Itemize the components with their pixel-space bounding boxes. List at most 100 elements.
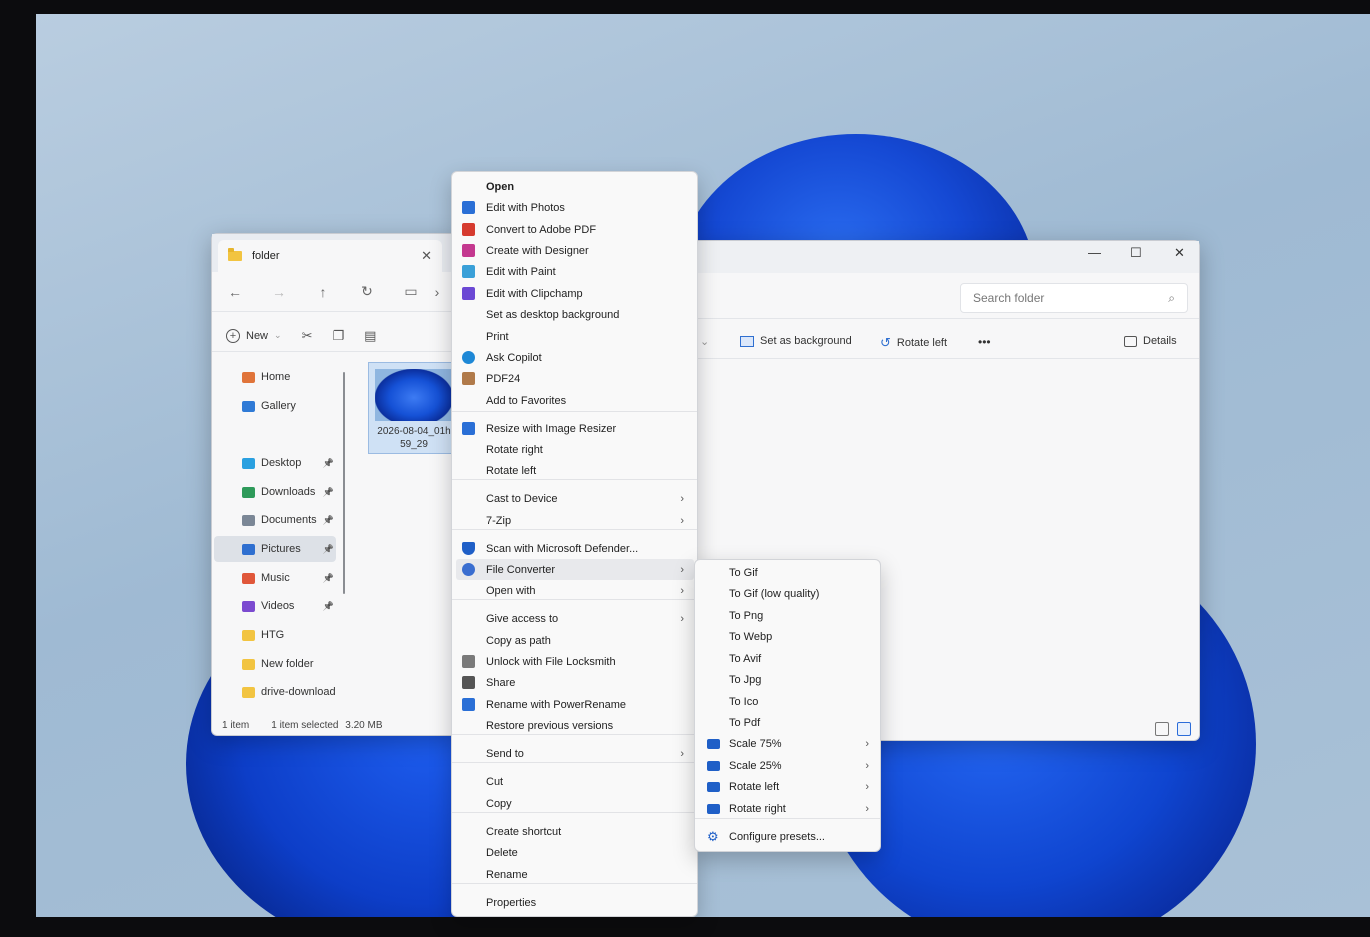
search-input[interactable]: Search folder ⌕ [960,283,1188,313]
file-item-selected[interactable]: 2026-08-04_01h 59_29 [368,362,458,454]
more-options-button[interactable]: ••• [978,335,991,349]
sidebar-item-videos[interactable]: Videos 📌 [214,593,336,619]
menu-item-copy[interactable]: Copy [456,793,694,814]
sidebar-item-pictures[interactable]: Pictures 📌 [214,536,336,562]
submenu-item-to-jpg[interactable]: To Jpg [699,669,879,690]
menu-item-restore-previous-versions[interactable]: Restore previous versions [456,715,694,736]
submenu-item-to-gif-low-quality[interactable]: To Gif (low quality) [699,583,879,604]
pin-icon[interactable]: 📌 [323,544,334,555]
submenu-item-to-png[interactable]: To Png [699,605,879,626]
minimize-button[interactable]: — [1088,245,1101,260]
arrow-right-icon[interactable]: → [270,284,288,300]
menu-item-rename-with-powerrename[interactable]: Rename with PowerRename [456,694,694,715]
menu-item-file-converter[interactable]: File Converter › [456,559,694,580]
monitor-icon[interactable]: ▭ [402,283,420,300]
menu-item-convert-to-adobe-pdf[interactable]: Convert to Adobe PDF [456,219,694,240]
menu-item-edit-with-photos[interactable]: Edit with Photos [456,197,694,218]
menu-item-properties[interactable]: Properties [456,892,694,913]
sidebar-item-new-folder[interactable]: New folder [214,651,336,677]
breadcrumb-chevron[interactable]: › [428,284,446,300]
sidebar-item-desktop[interactable]: Desktop 📌 [214,450,336,476]
sidebar-scrollbar[interactable] [343,372,345,594]
arrow-left-icon[interactable]: ← [226,284,244,300]
menu-item-rotate-right[interactable]: Rotate right [456,439,694,460]
menu-item-resize-with-image-resizer[interactable]: Resize with Image Resizer [456,418,694,439]
menu-item-delete[interactable]: Delete [456,842,694,863]
sidebar-item-downloads[interactable]: Downloads 📌 [214,479,336,505]
pin-icon[interactable]: 📌 [323,573,334,584]
submenu-item-configure-presets[interactable]: ⚙ Configure presets... [699,826,879,847]
menu-item-cast-to-device[interactable]: Cast to Device › [456,488,694,509]
file-name-line1: 2026-08-04_01h [377,426,451,437]
sidebar-item-documents[interactable]: Documents 📌 [214,507,336,533]
submenu-item-to-webp[interactable]: To Webp [699,626,879,647]
menu-item-7-zip[interactable]: 7-Zip › [456,510,694,531]
submenu-item-to-ico[interactable]: To Ico [699,691,879,712]
menu-item-edit-with-paint[interactable]: Edit with Paint [456,261,694,282]
submenu-item-label: Scale 25% [729,759,782,772]
menu-item-label: Copy [486,797,512,810]
menu-item-add-to-favorites[interactable]: Add to Favorites [456,390,694,411]
menu-item-set-as-desktop-background[interactable]: Set as desktop background [456,304,694,325]
refresh-icon[interactable]: ↻ [358,283,376,300]
menu-item-edit-with-clipchamp[interactable]: Edit with Clipchamp [456,283,694,304]
menu-item-label: Send to [486,747,524,760]
menu-item-pdf24[interactable]: PDF24 [456,368,694,389]
menu-item-ask-copilot[interactable]: Ask Copilot [456,347,694,368]
copy-icon[interactable]: ❐ [332,328,344,344]
close-tab-icon[interactable]: ✕ [421,248,432,264]
sidebar-item-label: New folder [261,658,314,670]
pin-icon[interactable]: 📌 [323,601,334,612]
pin-icon[interactable]: 📌 [323,487,334,498]
menu-item-open[interactable]: Open [456,176,694,197]
menu-item-label: Create shortcut [486,825,562,838]
submenu-item-to-pdf[interactable]: To Pdf [699,712,879,733]
sidebar-item-home[interactable]: Home [214,364,336,390]
menu-item-copy-as-path[interactable]: Copy as path [456,630,694,651]
menu-item-create-shortcut[interactable]: Create shortcut [456,821,694,842]
menu-item-give-access-to[interactable]: Give access to › [456,608,694,629]
cut-icon[interactable]: ✂ [302,328,313,344]
dropdown-caret-icon[interactable]: ⌄ [700,335,709,348]
tiles-view-icon[interactable] [1177,722,1191,736]
menu-item-unlock-with-file-locksmith[interactable]: Unlock with File Locksmith [456,651,694,672]
menu-item-open-with[interactable]: Open with › [456,580,694,601]
folder-icon [242,629,255,641]
pin-icon[interactable]: 📌 [323,458,334,469]
submenu-item-to-gif[interactable]: To Gif [699,562,879,583]
menu-item-cut[interactable]: Cut [456,771,694,792]
paste-icon[interactable]: ▤ [364,328,376,344]
menu-item-rotate-left[interactable]: Rotate left [456,460,694,481]
menu-item-send-to[interactable]: Send to › [456,743,694,764]
folder-icon [707,782,720,792]
sidebar-item-gallery[interactable]: Gallery [214,393,336,419]
close-button[interactable]: ✕ [1174,245,1185,261]
adobe-pdf-icon [462,223,475,236]
sidebar-item-drive-download[interactable]: drive-download [214,679,336,705]
menu-item-print[interactable]: Print [456,326,694,347]
menu-item-rename[interactable]: Rename [456,864,694,885]
submenu-item-to-avif[interactable]: To Avif [699,648,879,669]
pin-icon[interactable]: 📌 [323,515,334,526]
menu-item-share[interactable]: Share [456,672,694,693]
arrow-up-icon[interactable]: ↑ [314,284,332,300]
menu-item-create-with-designer[interactable]: Create with Designer [456,240,694,261]
submenu-item-label: To Webp [729,630,773,643]
menu-item-scan-with-microsoft-defender[interactable]: Scan with Microsoft Defender... [456,538,694,559]
maximize-button[interactable]: ☐ [1130,245,1142,261]
details-button[interactable]: Details [1124,335,1177,347]
submenu-item-rotate-left[interactable]: Rotate left › [699,776,879,797]
menu-separator [452,411,697,412]
menu-item-label: Cast to Device [486,492,558,505]
rotate-left-button[interactable]: ↺ Rotate left [880,335,947,351]
details-view-icon[interactable] [1155,722,1169,736]
sidebar-item-music[interactable]: Music 📌 [214,565,336,591]
sidebar-item-htg[interactable]: HTG [214,622,336,648]
new-button[interactable]: + New ⌄ [226,328,282,343]
set-as-background-button[interactable]: Set as background [740,335,852,347]
submenu-item-scale-25[interactable]: Scale 25% › [699,755,879,776]
tab-folder[interactable]: folder ✕ [218,240,442,272]
submenu-item-scale-75[interactable]: Scale 75% › [699,733,879,754]
file-name-line2: 59_29 [400,439,428,450]
submenu-item-rotate-right[interactable]: Rotate right › [699,798,879,819]
